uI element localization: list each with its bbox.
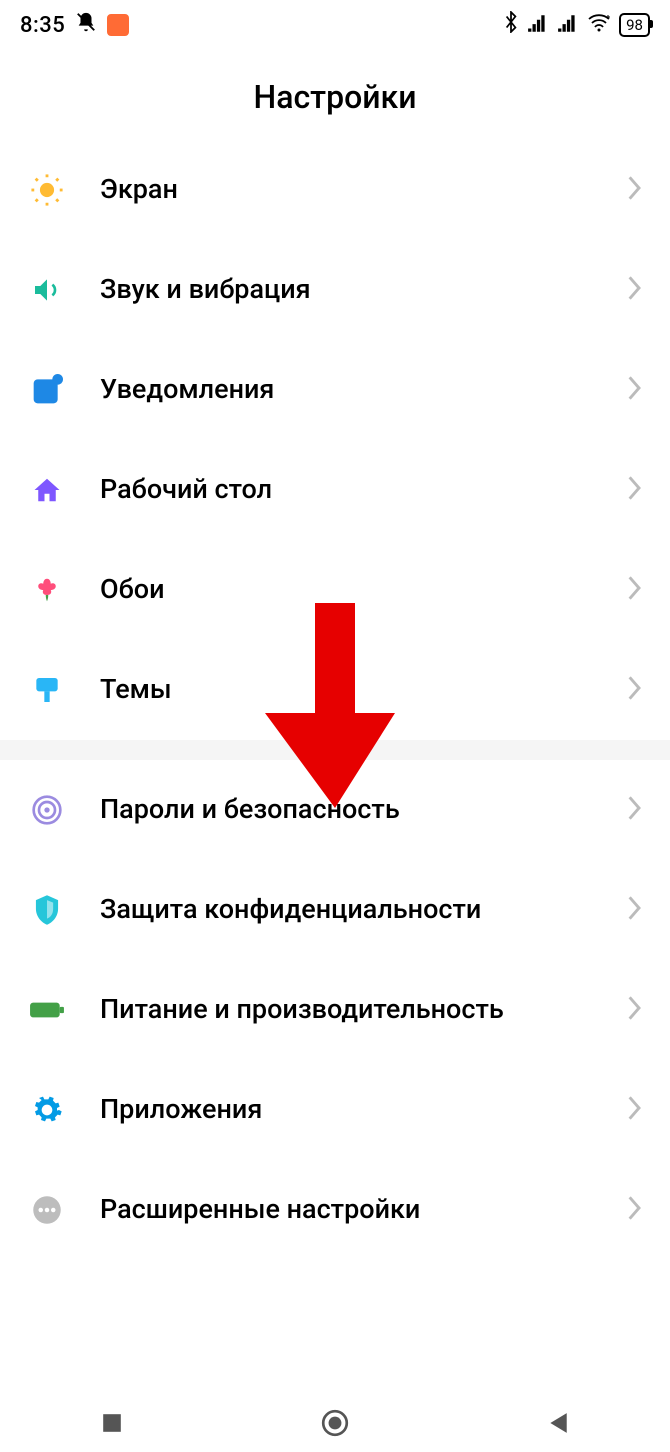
settings-item-label: Звук и вибрация [100, 273, 628, 307]
chevron-right-icon [628, 1196, 642, 1224]
settings-item-label: Обои [100, 573, 628, 607]
chevron-right-icon [628, 896, 642, 924]
nav-back-button[interactable] [518, 1411, 598, 1435]
chevron-right-icon [628, 276, 642, 304]
nav-home-button[interactable] [295, 1408, 375, 1438]
settings-group-security: Пароли и безопасность Защита конфиденциа… [0, 760, 670, 1260]
settings-item-security[interactable]: Пароли и безопасность [0, 760, 670, 860]
sun-icon [28, 171, 66, 209]
settings-item-label: Рабочий стол [100, 473, 628, 507]
chevron-right-icon [628, 796, 642, 824]
wifi-icon [587, 12, 611, 38]
battery-h-icon [28, 991, 66, 1029]
settings-item-label: Питание и производительность [100, 993, 628, 1027]
page-title: Настройки [0, 50, 670, 140]
flower-icon [28, 571, 66, 609]
settings-item-display[interactable]: Экран [0, 140, 670, 240]
settings-item-sound[interactable]: Звук и вибрация [0, 240, 670, 340]
chevron-right-icon [628, 376, 642, 404]
section-divider [0, 740, 670, 760]
settings-group-display: Экран Звук и вибрация Уведомления Рабочи… [0, 140, 670, 740]
battery-icon: 98 [619, 13, 650, 37]
home-icon [28, 471, 66, 509]
settings-item-label: Защита конфиденциальности [100, 893, 628, 927]
settings-item-themes[interactable]: Темы [0, 640, 670, 740]
chevron-right-icon [628, 176, 642, 204]
signal-1-icon [527, 13, 549, 38]
dots-icon [28, 1191, 66, 1229]
settings-item-privacy[interactable]: Защита конфиденциальности [0, 860, 670, 960]
settings-item-label: Уведомления [100, 373, 628, 407]
settings-item-home[interactable]: Рабочий стол [0, 440, 670, 540]
fingerprint-icon [28, 791, 66, 829]
settings-item-label: Расширенные настройки [100, 1193, 628, 1227]
navigation-bar [0, 1394, 670, 1452]
shield-icon [28, 891, 66, 929]
settings-item-battery[interactable]: Питание и производительность [0, 960, 670, 1060]
app-badge-icon [107, 14, 129, 36]
status-time: 8:35 [20, 13, 65, 38]
notification-icon [28, 371, 66, 409]
status-bar: 8:35 98 [0, 0, 670, 50]
settings-item-label: Пароли и безопасность [100, 793, 628, 827]
brush-icon [28, 671, 66, 709]
settings-item-wallpaper[interactable]: Обои [0, 540, 670, 640]
chevron-right-icon [628, 996, 642, 1024]
settings-item-apps[interactable]: Приложения [0, 1060, 670, 1160]
chevron-right-icon [628, 476, 642, 504]
signal-2-icon [557, 13, 579, 38]
nav-recents-button[interactable] [72, 1412, 152, 1434]
settings-item-label: Экран [100, 173, 628, 207]
dnd-icon [75, 11, 97, 39]
chevron-right-icon [628, 576, 642, 604]
settings-item-notifications[interactable]: Уведомления [0, 340, 670, 440]
speaker-icon [28, 271, 66, 309]
chevron-right-icon [628, 676, 642, 704]
settings-item-label: Приложения [100, 1093, 628, 1127]
settings-item-label: Темы [100, 673, 628, 707]
gear-icon [28, 1091, 66, 1129]
settings-item-advanced[interactable]: Расширенные настройки [0, 1160, 670, 1260]
bluetooth-icon [503, 11, 519, 39]
chevron-right-icon [628, 1096, 642, 1124]
